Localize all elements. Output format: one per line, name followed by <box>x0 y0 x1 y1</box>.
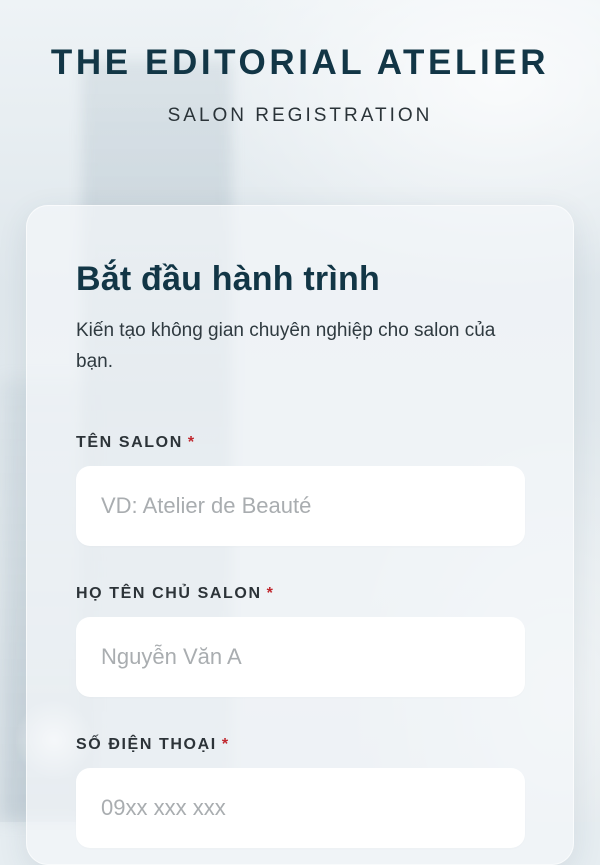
required-mark: * <box>266 585 275 602</box>
page-subtitle: SALON REGISTRATION <box>167 105 433 126</box>
form-description: Kiến tạo không gian chuyên nghiệp cho sa… <box>76 320 496 372</box>
owner-name-label-text: HỌ TÊN CHỦ SALON <box>76 585 262 602</box>
phone-field-group: SỐ ĐIỆN THOẠI * <box>76 735 525 848</box>
phone-label-text: SỐ ĐIỆN THOẠI <box>76 736 217 753</box>
registration-form: Bắt đầu hành trình Kiến tạo không gian c… <box>76 257 525 848</box>
form-title: Bắt đầu hành trình <box>76 260 380 298</box>
brand-title: THE EDITORIAL ATELIER <box>50 43 550 82</box>
salon-name-input[interactable] <box>76 466 525 546</box>
salon-name-label-text: TÊN SALON <box>76 434 183 451</box>
phone-input[interactable] <box>76 768 525 848</box>
registration-card: Bắt đầu hành trình Kiến tạo không gian c… <box>26 205 574 865</box>
salon-name-field-group: TÊN SALON * <box>76 433 525 546</box>
owner-name-label: HỌ TÊN CHỦ SALON * <box>76 584 525 604</box>
owner-name-field-group: HỌ TÊN CHỦ SALON * <box>76 584 525 697</box>
phone-label: SỐ ĐIỆN THOẠI * <box>76 735 525 755</box>
page-header: THE EDITORIAL ATELIER SALON REGISTRATION <box>0 0 600 128</box>
owner-name-input[interactable] <box>76 617 525 697</box>
required-mark: * <box>221 736 230 753</box>
required-mark: * <box>187 434 196 451</box>
salon-name-label: TÊN SALON * <box>76 433 525 453</box>
